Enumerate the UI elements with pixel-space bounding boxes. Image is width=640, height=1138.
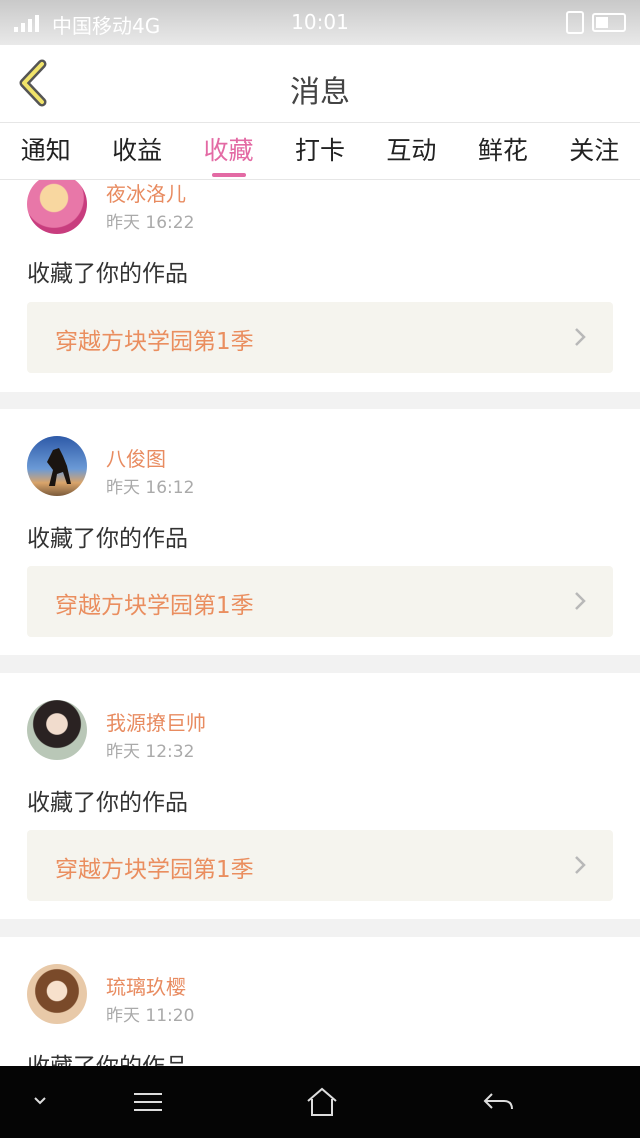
avatar[interactable] <box>27 700 87 760</box>
status-bar: 中国移动4G 10:01 <box>0 0 640 45</box>
username[interactable]: 夜冰洛儿 <box>106 180 186 207</box>
username[interactable]: 八俊图 <box>106 443 166 472</box>
avatar[interactable] <box>27 964 87 1024</box>
horse-image <box>47 448 71 486</box>
chevron-right-icon <box>575 328 586 346</box>
tab-checkin[interactable]: 打卡 <box>295 123 345 179</box>
avatar[interactable] <box>27 180 87 234</box>
app-header: 消息 <box>0 45 640 123</box>
tab-favorites[interactable]: 收藏 <box>204 123 254 179</box>
work-link[interactable]: 穿越方块学园第1季 <box>27 302 613 373</box>
chevron-right-icon <box>575 856 586 874</box>
timestamp: 昨天 16:12 <box>106 478 195 498</box>
tab-notice[interactable]: 通知 <box>21 123 71 179</box>
list-item: 夜冰洛儿 昨天 16:22 收藏了你的作品 穿越方块学园第1季 <box>0 180 640 392</box>
action-text: 收藏了你的作品 <box>27 1047 188 1066</box>
tab-earnings[interactable]: 收益 <box>112 123 162 179</box>
username[interactable]: 琉璃玖樱 <box>106 971 186 1000</box>
list-item: 我源撩巨帅 昨天 12:32 收藏了你的作品 穿越方块学园第1季 <box>0 673 640 919</box>
status-time: 10:01 <box>291 10 349 34</box>
system-nav-bar <box>0 1066 640 1138</box>
vibrate-icon <box>566 11 584 34</box>
tab-bar: 通知 收益 收藏 打卡 互动 鲜花 关注 <box>0 123 640 180</box>
chevron-down-icon[interactable] <box>24 1086 64 1118</box>
work-title: 穿越方块学园第1季 <box>55 593 254 619</box>
action-text: 收藏了你的作品 <box>27 526 188 552</box>
timestamp: 昨天 11:20 <box>106 1006 195 1026</box>
avatar[interactable] <box>27 436 87 496</box>
work-title: 穿越方块学园第1季 <box>55 857 254 883</box>
message-feed[interactable]: 夜冰洛儿 昨天 16:22 收藏了你的作品 穿越方块学园第1季 八俊图 昨天 1… <box>0 180 640 1066</box>
action-text: 收藏了你的作品 <box>27 790 188 816</box>
list-item: 琉璃玖樱 昨天 11:20 收藏了你的作品 <box>0 937 640 1066</box>
action-text: 收藏了你的作品 <box>27 261 188 287</box>
menu-icon[interactable] <box>128 1086 168 1118</box>
home-icon[interactable] <box>302 1086 342 1118</box>
back-nav-icon[interactable] <box>478 1086 518 1118</box>
battery-icon <box>592 13 626 32</box>
username[interactable]: 我源撩巨帅 <box>106 707 206 736</box>
work-link[interactable]: 穿越方块学园第1季 <box>27 830 613 901</box>
page-title: 消息 <box>290 75 350 110</box>
timestamp: 昨天 16:22 <box>106 213 195 233</box>
timestamp: 昨天 12:32 <box>106 742 195 762</box>
tab-follow[interactable]: 关注 <box>569 123 619 179</box>
work-link[interactable]: 穿越方块学园第1季 <box>27 566 613 637</box>
chevron-right-icon <box>575 592 586 610</box>
list-item: 八俊图 昨天 16:12 收藏了你的作品 穿越方块学园第1季 <box>0 409 640 655</box>
tab-flowers[interactable]: 鲜花 <box>478 123 528 179</box>
tab-interaction[interactable]: 互动 <box>386 123 436 179</box>
work-title: 穿越方块学园第1季 <box>55 329 254 355</box>
